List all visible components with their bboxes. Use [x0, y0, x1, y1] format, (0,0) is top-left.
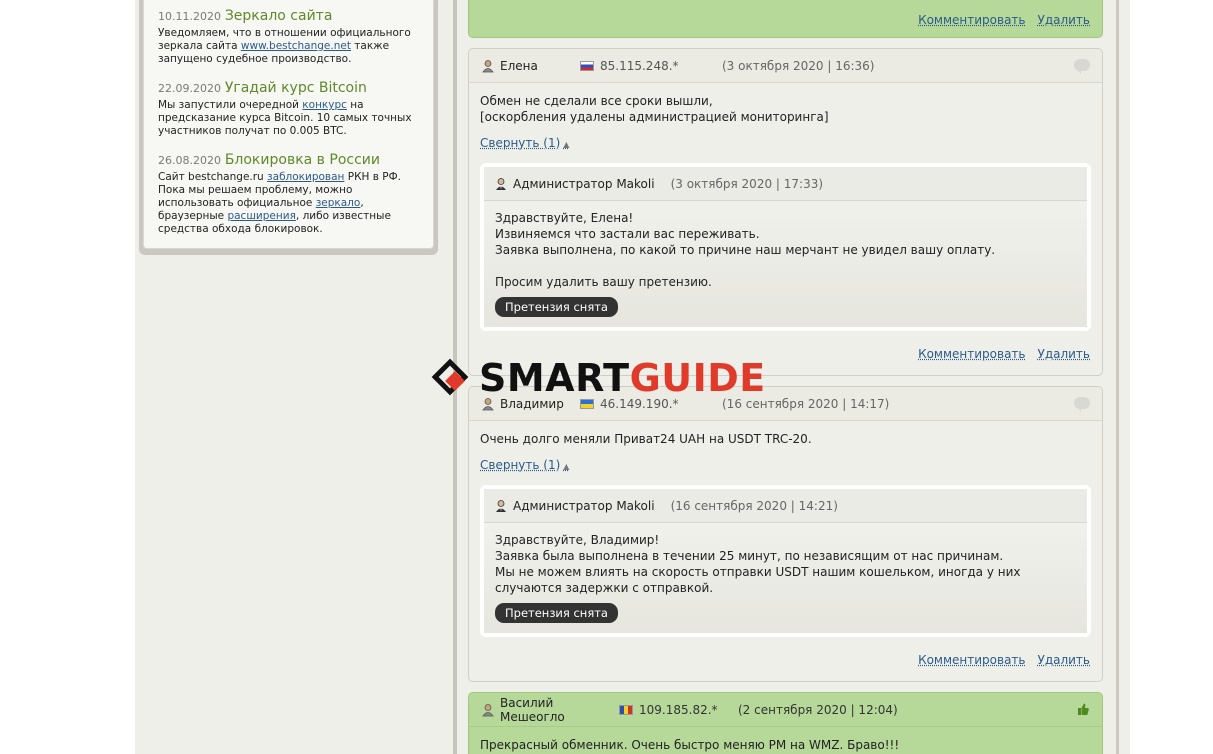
review-text-line: [оскорбления удалены администрацией мони…	[480, 110, 829, 124]
review-body: Очень долго меняли Приват24 UAH на USDT …	[469, 421, 1102, 637]
comment-link[interactable]: Комментировать	[918, 347, 1025, 361]
admin-author: Администратор Makoli	[513, 176, 655, 191]
news-link[interactable]: конкурс	[302, 99, 347, 111]
collapse-label: Свернуть (1)	[480, 136, 561, 150]
news-title[interactable]: Зеркало сайта	[225, 8, 333, 24]
admin-icon	[494, 177, 508, 191]
news-title[interactable]: Блокировка в России	[225, 152, 380, 168]
flag-md-icon	[619, 704, 633, 715]
news-text-part: Мы запустили очередной	[158, 99, 303, 111]
card-footer: Комментировать Удалить	[918, 643, 1102, 677]
user-icon	[481, 59, 495, 73]
reply-text-line: Здравствуйте, Елена!	[495, 211, 634, 225]
admin-reply-header: Администратор Makoli (16 сентября 2020 |…	[484, 489, 1087, 523]
review-date: (2 сентября 2020 | 12:04)	[738, 702, 898, 717]
collapse-replies-link[interactable]: Свернуть (1) ▲	[480, 135, 569, 153]
news-text: Мы запустили очередной конкурс на предск…	[158, 99, 419, 138]
admin-reply-inner: Администратор Makoli (16 сентября 2020 |…	[484, 489, 1087, 633]
smartguide-logo-icon	[431, 358, 471, 398]
admin-icon	[494, 499, 508, 513]
comment-bubble-icon[interactable]	[1074, 397, 1090, 412]
review-ip: 109.185.82.*	[639, 702, 718, 717]
comment-link[interactable]: Комментировать	[918, 13, 1025, 27]
reply-text-line: Заявка выполнена, по какой то причине на…	[495, 243, 996, 257]
admin-reply-date: (3 октября 2020 | 17:33)	[670, 176, 824, 191]
news-panel-inner: 10.11.2020 Зеркало сайта Уведомляем, что…	[143, 0, 434, 249]
news-text: Сайт bestchange.ru заблокирован РКН в РФ…	[158, 171, 419, 236]
reply-text-line: Просим удалить вашу претензию.	[495, 275, 712, 289]
collapse-replies-link[interactable]: Свернуть (1) ▲	[480, 457, 569, 475]
review-card-positive: Василий Мешеогло 109.185.82.* (2 сентябр…	[468, 692, 1103, 754]
collapse-arrow-icon: ▲	[563, 140, 570, 149]
news-link[interactable]: расширения	[227, 210, 295, 222]
card-footer: Комментировать Удалить	[918, 337, 1102, 371]
review-author: Василий Мешеогло	[500, 695, 565, 724]
admin-reply-inner: Администратор Makoli (3 октября 2020 | 1…	[484, 167, 1087, 327]
admin-reply-body: Здравствуйте, Елена! Извиняемся что заст…	[484, 201, 1087, 327]
news-text: Уведомляем, что в отношении официального…	[158, 27, 419, 66]
news-date: 10.11.2020	[158, 10, 221, 23]
news-text-part: Сайт bestchange.ru	[158, 171, 268, 183]
delete-link[interactable]: Удалить	[1038, 653, 1091, 667]
review-header: Елена 85.115.248.* (3 октября 2020 | 16:…	[469, 49, 1102, 83]
news-item: 22.09.2020 Угадай курс Bitcoin Мы запуст…	[158, 80, 419, 138]
review-body: Обмен не сделали все сроки вышли, [оскор…	[469, 83, 1102, 331]
admin-reply-body: Здравствуйте, Владимир! Заявка была выпо…	[484, 523, 1087, 633]
reply-text-line: Здравствуйте, Владимир!	[495, 533, 660, 547]
right-column-border	[1116, 0, 1119, 754]
news-date: 26.08.2020	[158, 154, 221, 167]
claim-status-badge: Претензия снята	[495, 603, 618, 623]
review-card-positive: Комментировать Удалить	[468, 0, 1103, 38]
news-panel: 10.11.2020 Зеркало сайта Уведомляем, что…	[139, 0, 438, 255]
card-footer: Комментировать Удалить	[918, 3, 1102, 37]
news-link[interactable]: зеркало	[316, 197, 361, 209]
review-ip: 85.115.248.*	[600, 58, 679, 73]
admin-reply-header: Администратор Makoli (3 октября 2020 | 1…	[484, 167, 1087, 201]
watermark-text-guide: GUIDE	[629, 356, 766, 400]
news-link[interactable]: www.bestchange.net	[241, 40, 351, 52]
reply-text-line: Извиняемся что застали вас переживать.	[495, 227, 760, 241]
review-text-line: Обмен не сделали все сроки вышли,	[480, 94, 713, 108]
smartguide-watermark: SMART GUIDE	[431, 356, 766, 400]
review-text-line: Очень долго меняли Приват24 UAH на USDT …	[480, 432, 812, 446]
user-icon	[481, 703, 495, 717]
flag-ru-icon	[580, 60, 594, 71]
delete-link[interactable]: Удалить	[1038, 13, 1091, 27]
admin-reply-date: (16 сентября 2020 | 14:21)	[670, 498, 838, 513]
comment-link[interactable]: Комментировать	[918, 653, 1025, 667]
claim-status-badge: Претензия снята	[495, 297, 618, 317]
review-text-line: Прекрасный обменник. Очень быстро меняю …	[480, 738, 900, 752]
review-header: Василий Мешеогло 109.185.82.* (2 сентябр…	[469, 693, 1102, 727]
reply-spacer	[495, 258, 1076, 274]
review-card: Елена 85.115.248.* (3 октября 2020 | 16:…	[468, 48, 1103, 376]
watermark-text-smart: SMART	[479, 356, 630, 400]
news-item: 10.11.2020 Зеркало сайта Уведомляем, что…	[158, 8, 419, 66]
review-body: Прекрасный обменник. Очень быстро меняю …	[469, 727, 1102, 753]
comment-bubble-icon[interactable]	[1074, 59, 1090, 74]
news-title[interactable]: Угадай курс Bitcoin	[225, 80, 367, 96]
review-card: Владимир 46.149.190.* (16 сентября 2020 …	[468, 386, 1103, 682]
admin-author: Администратор Makoli	[513, 498, 655, 513]
review-date: (3 октября 2020 | 16:36)	[722, 58, 875, 73]
collapse-label: Свернуть (1)	[480, 458, 561, 472]
news-date: 22.09.2020	[158, 82, 221, 95]
collapse-arrow-icon: ▲	[563, 462, 570, 471]
reply-text-line: Мы не можем влиять на скорость отправки …	[495, 565, 1021, 595]
delete-link[interactable]: Удалить	[1038, 347, 1091, 361]
thumbs-up-icon	[1076, 702, 1090, 720]
admin-reply: Администратор Makoli (3 октября 2020 | 1…	[480, 163, 1091, 331]
news-item: 26.08.2020 Блокировка в России Сайт best…	[158, 152, 419, 236]
news-link[interactable]: заблокирован	[267, 171, 344, 183]
flag-ua-icon	[580, 398, 594, 409]
review-author: Елена	[500, 58, 538, 73]
reply-text-line: Заявка была выполнена в течении 25 минут…	[495, 549, 1004, 563]
admin-reply: Администратор Makoli (16 сентября 2020 |…	[480, 485, 1091, 637]
